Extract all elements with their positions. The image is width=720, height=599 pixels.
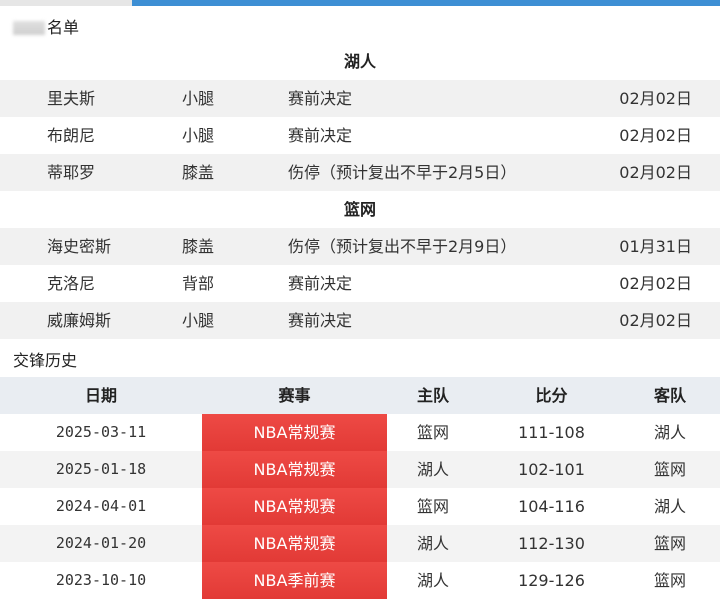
table-row: 2023-10-10 NBA季前赛 湖人 129-126 篮网 — [0, 562, 720, 599]
injury-status: 伤停（预计复出不早于2月9日） — [288, 237, 517, 256]
injury-row: 海史密斯 膝盖 伤停（预计复出不早于2月9日） 01月31日 — [0, 228, 720, 265]
home-team: 篮网 — [416, 497, 449, 516]
injury-part: 膝盖 — [182, 237, 215, 256]
table-row: 2024-04-01 NBA常规赛 篮网 104-116 湖人 — [0, 488, 720, 525]
away-team: 篮网 — [653, 460, 686, 479]
injury-status: 赛前决定 — [288, 126, 353, 145]
history-table-body: 2025-03-11 NBA常规赛 篮网 111-108 湖人 2025-01-… — [0, 414, 720, 599]
player-name: 海史密斯 — [47, 237, 112, 256]
away-team: 湖人 — [653, 497, 686, 516]
history-table-header: 日期 赛事 主队 比分 客队 — [0, 377, 720, 414]
table-row: 2025-03-11 NBA常规赛 篮网 111-108 湖人 — [0, 414, 720, 451]
match-event[interactable]: NBA常规赛 — [202, 414, 387, 451]
injury-date: 02月02日 — [619, 126, 692, 145]
injury-date: 02月02日 — [619, 311, 692, 330]
match-score: 104-116 — [518, 497, 585, 516]
match-score: 129-126 — [518, 571, 585, 590]
injury-status: 赛前决定 — [288, 89, 353, 108]
injury-section-title: 名单 — [13, 14, 79, 38]
team-header-lakers: 湖人 — [0, 43, 720, 80]
injury-part: 小腿 — [182, 89, 215, 108]
home-team: 湖人 — [416, 460, 449, 479]
match-event[interactable]: NBA季前赛 — [202, 562, 387, 599]
home-team: 湖人 — [416, 571, 449, 590]
player-name: 威廉姆斯 — [47, 311, 112, 330]
home-team: 篮网 — [416, 423, 449, 442]
obscured-text — [13, 21, 45, 35]
away-team: 湖人 — [653, 423, 686, 442]
table-row: 2025-01-18 NBA常规赛 湖人 102-101 篮网 — [0, 451, 720, 488]
header-score: 比分 — [535, 386, 568, 405]
table-row: 2024-01-20 NBA常规赛 湖人 112-130 篮网 — [0, 525, 720, 562]
injury-date: 02月02日 — [619, 163, 692, 182]
header-home: 主队 — [416, 386, 449, 405]
header-event: 赛事 — [278, 386, 311, 405]
injury-status: 伤停（预计复出不早于2月5日） — [288, 163, 517, 182]
match-date: 2023-10-10 — [55, 571, 147, 589]
injury-row: 里夫斯 小腿 赛前决定 02月02日 — [0, 80, 720, 117]
match-score: 102-101 — [518, 460, 585, 479]
injury-table: 湖人 里夫斯 小腿 赛前决定 02月02日 布朗尼 小腿 赛前决定 02月02日… — [0, 43, 720, 339]
player-name: 蒂耶罗 — [47, 163, 96, 182]
injury-part: 小腿 — [182, 126, 215, 145]
match-score: 111-108 — [518, 423, 585, 442]
injury-part: 膝盖 — [182, 163, 215, 182]
match-score: 112-130 — [518, 534, 585, 553]
history-section-title: 交锋历史 — [13, 351, 78, 370]
match-date: 2025-01-18 — [55, 460, 147, 478]
injury-date: 01月31日 — [619, 237, 692, 256]
match-date: 2024-01-20 — [55, 534, 147, 552]
player-name: 克洛尼 — [47, 274, 96, 293]
team-header-nets: 篮网 — [0, 191, 720, 228]
injury-row: 布朗尼 小腿 赛前决定 02月02日 — [0, 117, 720, 154]
injury-status: 赛前决定 — [288, 311, 353, 330]
injury-status: 赛前决定 — [288, 274, 353, 293]
top-tab-bar — [0, 0, 720, 6]
injury-label-text: 名单 — [47, 18, 80, 37]
player-name: 里夫斯 — [47, 89, 96, 108]
injury-row: 蒂耶罗 膝盖 伤停（预计复出不早于2月5日） 02月02日 — [0, 154, 720, 191]
match-event[interactable]: NBA常规赛 — [202, 525, 387, 562]
header-date: 日期 — [84, 386, 117, 405]
match-event[interactable]: NBA常规赛 — [202, 488, 387, 525]
injury-row: 克洛尼 背部 赛前决定 02月02日 — [0, 265, 720, 302]
away-team: 篮网 — [653, 534, 686, 553]
tab-inactive[interactable] — [0, 0, 132, 6]
player-name: 布朗尼 — [47, 126, 96, 145]
match-date: 2025-03-11 — [55, 423, 147, 441]
injury-part: 背部 — [182, 274, 215, 293]
match-date: 2024-04-01 — [55, 497, 147, 515]
injury-row: 威廉姆斯 小腿 赛前决定 02月02日 — [0, 302, 720, 339]
match-event[interactable]: NBA常规赛 — [202, 451, 387, 488]
home-team: 湖人 — [416, 534, 449, 553]
injury-part: 小腿 — [182, 311, 215, 330]
injury-date: 02月02日 — [619, 274, 692, 293]
injury-date: 02月02日 — [619, 89, 692, 108]
away-team: 篮网 — [653, 571, 686, 590]
tab-active-bar[interactable] — [132, 0, 720, 6]
header-away: 客队 — [653, 386, 686, 405]
